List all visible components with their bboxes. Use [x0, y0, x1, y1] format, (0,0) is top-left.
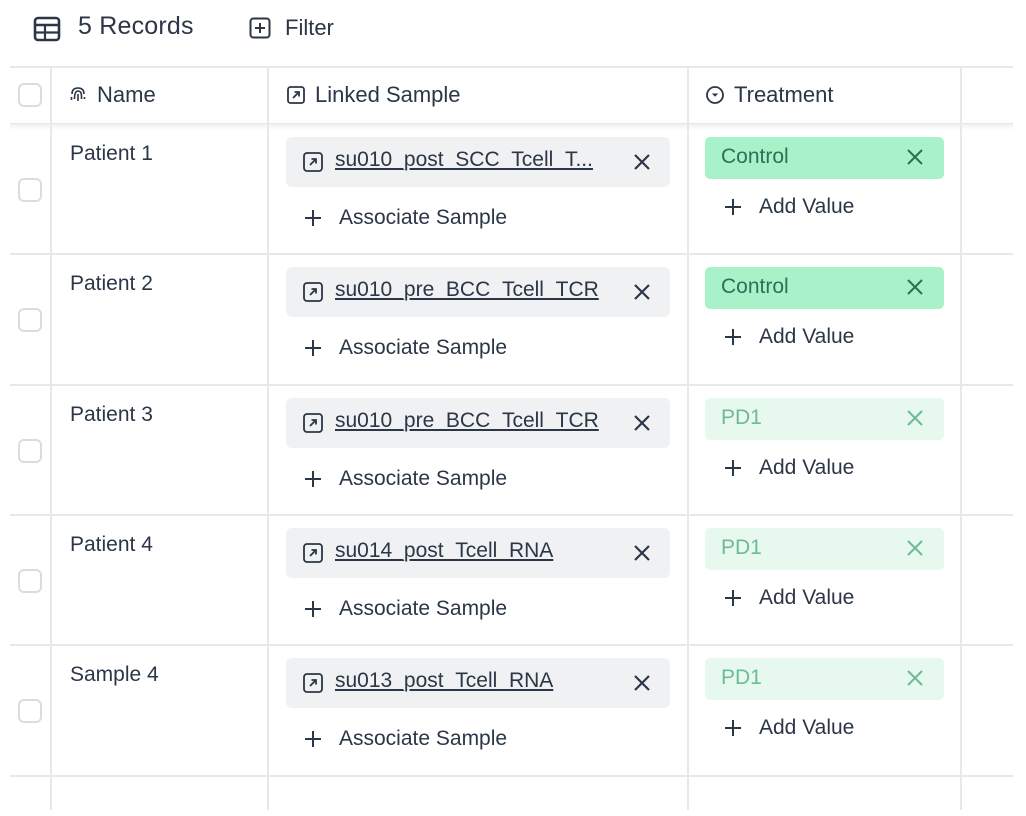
plus-icon	[725, 720, 741, 736]
add-value-button[interactable]: Add Value	[723, 190, 854, 224]
plus-square-icon	[249, 17, 271, 39]
treatment-value: PD1	[721, 666, 762, 689]
treatment-chip: PD1	[705, 398, 944, 440]
treatment-chip: PD1	[705, 658, 944, 700]
plus-icon	[725, 199, 741, 215]
column-header-linked-sample-label: Linked Sample	[315, 82, 461, 107]
plus-icon	[725, 590, 741, 606]
add-value-button[interactable]: Add Value	[723, 581, 854, 615]
column-header-name-label: Name	[97, 82, 156, 107]
plus-icon	[305, 601, 321, 617]
plus-icon	[305, 731, 321, 747]
treatment-chip: Control	[705, 137, 944, 179]
row-checkbox[interactable]	[18, 699, 42, 723]
plus-icon	[305, 340, 321, 356]
column-header-treatment[interactable]: Treatment	[705, 66, 833, 124]
associate-sample-button[interactable]: Associate Sample	[303, 462, 507, 496]
plus-icon	[725, 329, 741, 345]
associate-sample-label: Associate Sample	[339, 597, 508, 620]
record-name[interactable]: Sample 4	[70, 663, 159, 687]
linked-sample-chip: su010_post_SCC_Tcell_T...	[286, 137, 670, 187]
linked-sample-link[interactable]: su010_post_SCC_Tcell_T...	[335, 148, 615, 172]
associate-sample-button[interactable]: Associate Sample	[303, 331, 507, 365]
table-row: Patient 1 su010_post_SCC_Tcell_T... Asso…	[10, 125, 1013, 255]
fingerprint-icon	[70, 87, 86, 101]
external-link-icon	[303, 543, 323, 563]
row-checkbox[interactable]	[18, 308, 42, 332]
toolbar: 5 Records Filter	[0, 0, 1026, 58]
add-value-label: Add Value	[759, 325, 855, 348]
close-icon[interactable]	[904, 407, 926, 429]
close-icon[interactable]	[904, 667, 926, 689]
column-header-treatment-label: Treatment	[734, 82, 834, 107]
treatment-value: PD1	[721, 536, 762, 559]
add-value-button[interactable]: Add Value	[723, 711, 854, 745]
records-count: 5 Records	[78, 12, 194, 40]
filter-label: Filter	[285, 15, 334, 40]
record-name[interactable]: Patient 1	[70, 142, 153, 166]
treatment-value: Control	[721, 275, 789, 298]
add-value-label: Add Value	[759, 195, 855, 218]
record-name[interactable]: Patient 4	[70, 533, 153, 557]
linked-sample-link[interactable]: su013_post_Tcell_RNA	[335, 669, 615, 693]
external-link-icon	[303, 673, 323, 693]
table-icon	[33, 16, 61, 42]
close-icon[interactable]	[630, 411, 654, 435]
column-header-linked-sample[interactable]: Linked Sample	[286, 66, 461, 124]
record-name[interactable]: Patient 2	[70, 272, 153, 296]
linked-sample-chip: su014_post_Tcell_RNA	[286, 528, 670, 578]
row-checkbox[interactable]	[18, 439, 42, 463]
plus-icon	[305, 210, 321, 226]
add-value-label: Add Value	[759, 586, 855, 609]
external-link-icon	[303, 413, 323, 433]
add-value-label: Add Value	[759, 456, 855, 479]
associate-sample-button[interactable]: Associate Sample	[303, 592, 507, 626]
treatment-value: PD1	[721, 406, 762, 429]
associate-sample-label: Associate Sample	[339, 727, 508, 750]
filter-button[interactable]: Filter	[249, 13, 334, 43]
associate-sample-label: Associate Sample	[339, 467, 508, 490]
external-link-icon	[303, 282, 323, 302]
row-checkbox[interactable]	[18, 569, 42, 593]
associate-sample-button[interactable]: Associate Sample	[303, 722, 507, 756]
close-icon[interactable]	[630, 541, 654, 565]
table-row: Patient 3 su010_pre_BCC_Tcell_TCR Associ…	[10, 386, 1013, 516]
plus-icon	[725, 460, 741, 476]
column-header-name[interactable]: Name	[68, 66, 156, 124]
add-value-label: Add Value	[759, 716, 855, 739]
plus-icon	[305, 471, 321, 487]
associate-sample-button[interactable]: Associate Sample	[303, 201, 507, 235]
linked-sample-link[interactable]: su010_pre_BCC_Tcell_TCR	[335, 278, 615, 302]
treatment-chip: Control	[705, 267, 944, 309]
record-name[interactable]: Patient 3	[70, 403, 153, 427]
select-all-checkbox[interactable]	[18, 83, 42, 107]
linked-sample-chip: su010_pre_BCC_Tcell_TCR	[286, 267, 670, 317]
linked-sample-link[interactable]: su014_post_Tcell_RNA	[335, 539, 615, 563]
treatment-value: Control	[721, 145, 789, 168]
close-icon[interactable]	[630, 280, 654, 304]
linked-sample-chip: su013_post_Tcell_RNA	[286, 658, 670, 708]
chevron-circle-icon	[706, 86, 724, 104]
linked-sample-link[interactable]: su010_pre_BCC_Tcell_TCR	[335, 409, 615, 433]
associate-sample-label: Associate Sample	[339, 206, 508, 229]
close-icon[interactable]	[904, 276, 926, 298]
close-icon[interactable]	[904, 146, 926, 168]
associate-sample-label: Associate Sample	[339, 336, 508, 359]
add-value-button[interactable]: Add Value	[723, 320, 854, 354]
close-icon[interactable]	[904, 537, 926, 559]
table-row: Sample 4 su013_post_Tcell_RNA Associate …	[10, 646, 1013, 776]
table-row: Patient 2 su010_pre_BCC_Tcell_TCR Associ…	[10, 255, 1013, 385]
external-link-icon	[303, 152, 323, 172]
close-icon[interactable]	[630, 150, 654, 174]
add-value-button[interactable]: Add Value	[723, 451, 854, 485]
linked-sample-chip: su010_pre_BCC_Tcell_TCR	[286, 398, 670, 448]
table-row: Patient 4 su014_post_Tcell_RNA Associate…	[10, 516, 1013, 646]
close-icon[interactable]	[630, 671, 654, 695]
treatment-chip: PD1	[705, 528, 944, 570]
grid-line	[10, 66, 1013, 68]
row-checkbox[interactable]	[18, 178, 42, 202]
external-link-icon	[287, 86, 305, 104]
records-table: Name Linked Sample Treatment Patient 1 s…	[10, 66, 1013, 810]
